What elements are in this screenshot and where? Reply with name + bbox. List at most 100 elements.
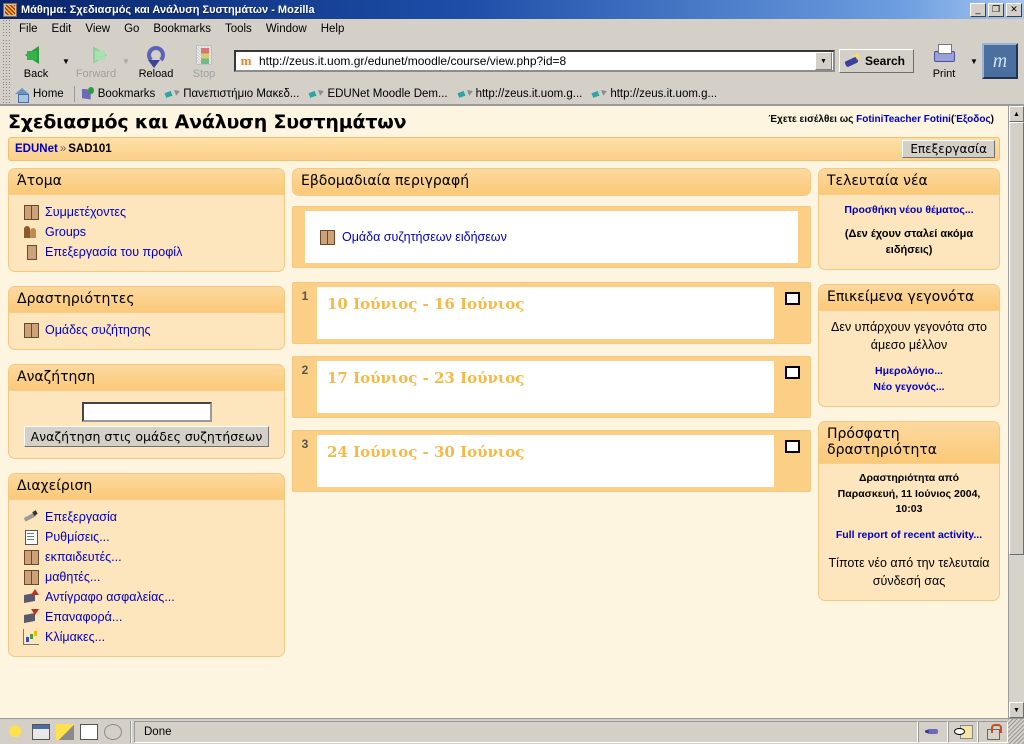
zoom-icon[interactable]	[104, 723, 122, 740]
bookmark-zeus-2[interactable]: http://zeus.it.uom.g...	[589, 87, 724, 100]
participants-link[interactable]: Συμμετέχοντες	[45, 205, 126, 219]
week-title: 24 Ιούνιος - 30 Ιούνιος	[327, 443, 525, 461]
security-cell[interactable]	[978, 720, 1008, 743]
print-dropdown-button[interactable]: ▼	[968, 40, 980, 82]
logout-link[interactable]: Έξοδος	[954, 114, 990, 125]
list-item[interactable]: Κλίμακες...	[17, 627, 276, 647]
user-profile-link[interactable]: FotiniTeacher Fotini	[856, 114, 951, 125]
reload-button[interactable]: Reload	[132, 40, 180, 82]
list-item[interactable]: Ρυθμίσεις...	[17, 527, 276, 547]
url-input[interactable]	[257, 53, 815, 69]
section-number	[293, 207, 305, 267]
back-button[interactable]: Back	[12, 40, 60, 82]
scrollbar-track[interactable]	[1009, 555, 1024, 702]
menu-go[interactable]: Go	[117, 21, 146, 37]
calendar-link[interactable]: Ημερολόγιο...	[875, 365, 943, 377]
search-label: Search	[864, 54, 905, 68]
forward-button[interactable]: Forward	[72, 40, 120, 82]
print-button[interactable]: Print	[920, 40, 968, 82]
addressbook-icon[interactable]	[80, 723, 98, 740]
admin-teachers-link[interactable]: εκπαιδευτές...	[45, 550, 122, 564]
back-dropdown-button[interactable]: ▼	[60, 40, 72, 82]
search-input[interactable]	[81, 402, 212, 422]
bookmark-zeus-1[interactable]: http://zeus.it.uom.g...	[455, 87, 590, 100]
bookmarks-grip[interactable]	[2, 83, 11, 104]
preview-cell[interactable]	[948, 720, 978, 743]
bookmark-bookmarks[interactable]: Bookmarks	[78, 86, 163, 101]
admin-backup-link[interactable]: Αντίγραφο ασφαλείας...	[45, 590, 175, 604]
admin-settings-link[interactable]: Ρυθμίσεις...	[45, 530, 110, 544]
bookmark-label: Πανεπιστήμιο Μακεδ...	[183, 87, 300, 100]
menu-file[interactable]: File	[12, 21, 45, 37]
menu-bookmarks[interactable]: Bookmarks	[146, 21, 218, 37]
list-item[interactable]: εκπαιδευτές...	[17, 547, 276, 567]
search-forums-button[interactable]: Αναζήτηση στις ομάδες συζητήσεων	[23, 426, 270, 447]
browser-window: Μάθημα: Σχεδιασμός και Ανάλυση Συστημάτω…	[0, 0, 1024, 744]
cookie-icon[interactable]	[8, 723, 26, 740]
week-highlight-checkbox[interactable]	[784, 440, 800, 453]
address-bar[interactable]: ▼	[234, 50, 835, 72]
list-item[interactable]: Αντίγραφο ασφαλείας...	[17, 587, 276, 607]
bookmark-label: http://zeus.it.uom.g...	[610, 87, 718, 100]
block-search: Αναζήτηση Αναζήτηση στις ομάδες συζητήσε…	[8, 364, 285, 459]
connection-status-cell[interactable]	[918, 720, 948, 743]
list-item[interactable]: Επεξεργασία	[17, 507, 276, 527]
breadcrumb-edunet[interactable]: EDUNet	[15, 143, 58, 155]
week-highlight-checkbox[interactable]	[784, 292, 800, 305]
menu-window[interactable]: Window	[259, 21, 314, 37]
list-item[interactable]: Επεξεργασία του προφίλ	[17, 242, 276, 262]
menu-edit[interactable]: Edit	[45, 21, 79, 37]
vertical-scrollbar[interactable]: ▲ ▼	[1008, 105, 1024, 718]
bookmark-home[interactable]: Home	[12, 87, 71, 103]
security-lock-icon	[986, 724, 1002, 740]
section-content: Ομάδα συζητήσεων ειδήσεων	[305, 211, 798, 263]
block-content: Αναζήτηση στις ομάδες συζητήσεων	[9, 391, 284, 458]
scroll-down-button[interactable]: ▼	[1009, 702, 1024, 718]
new-event-link[interactable]: Νέο γεγονός...	[873, 381, 944, 393]
turn-editing-on-button[interactable]: Επεξεργασία	[902, 140, 995, 158]
admin-students-link[interactable]: μαθητές...	[45, 570, 100, 584]
news-forum-link[interactable]: Ομάδα συζητήσεων ειδήσεων	[342, 230, 507, 244]
forward-dropdown-button[interactable]: ▼	[120, 40, 132, 82]
forums-link[interactable]: Ομάδες συζήτησης	[45, 323, 151, 337]
list-item[interactable]: μαθητές...	[17, 567, 276, 587]
search-button[interactable]: Search	[838, 49, 914, 73]
block-upcoming-events: Επικείμενα γεγονότα Δεν υπάρχουν γεγονότ…	[818, 283, 1000, 408]
close-button[interactable]: ✕	[1006, 2, 1022, 17]
groups-link[interactable]: Groups	[45, 225, 86, 239]
bookmark-edunet-moodle[interactable]: EDUNet Moodle Dem...	[306, 87, 454, 100]
full-report-link[interactable]: Full report of recent activity...	[836, 529, 982, 541]
resize-grip[interactable]	[1008, 719, 1024, 744]
moodle-favicon	[238, 53, 254, 69]
add-new-topic-link[interactable]: Προσθήκη νέου θέματος...	[844, 204, 973, 216]
stop-button[interactable]: Stop	[180, 40, 228, 82]
restore-button[interactable]: ❐	[988, 2, 1004, 17]
list-item[interactable]: Groups	[17, 222, 276, 242]
url-dropdown-button[interactable]: ▼	[814, 52, 832, 70]
admin-edit-link[interactable]: Επεξεργασία	[45, 510, 117, 524]
popup-icon[interactable]	[32, 723, 50, 740]
block-content: Προσθήκη νέου θέματος... (Δεν έχουν σταλ…	[819, 195, 999, 269]
week-highlight-checkbox[interactable]	[784, 366, 800, 379]
menu-view[interactable]: View	[78, 21, 117, 37]
navbar-grip[interactable]	[2, 39, 11, 83]
edit-profile-link[interactable]: Επεξεργασία του προφίλ	[45, 245, 182, 259]
list-item[interactable]: Ομάδες συζήτησης	[17, 320, 276, 340]
list-item[interactable]: Συμμετέχοντες	[17, 202, 276, 222]
forum-icon	[319, 229, 335, 245]
scroll-up-button[interactable]: ▲	[1009, 106, 1024, 122]
mozilla-brand-button[interactable]: m	[982, 43, 1018, 79]
minimize-button[interactable]: _	[970, 2, 986, 17]
menu-tools[interactable]: Tools	[218, 21, 259, 37]
status-text: Done	[134, 720, 918, 743]
list-item[interactable]: Επαναφορά...	[17, 607, 276, 627]
news-forum-row[interactable]: Ομάδα συζητήσεων ειδήσεων	[319, 229, 507, 245]
admin-restore-link[interactable]: Επαναφορά...	[45, 610, 122, 624]
admin-scales-link[interactable]: Κλίμακες...	[45, 630, 105, 644]
scrollbar-thumb[interactable]	[1009, 122, 1024, 555]
bookmark-uom[interactable]: Πανεπιστήμιο Μακεδ...	[162, 87, 306, 100]
menu-grip[interactable]	[2, 19, 11, 38]
composer-icon[interactable]	[56, 723, 74, 740]
menu-help[interactable]: Help	[314, 21, 352, 37]
activity-nothing-new: Τίποτε νέο από την τελευταία σύνδεσή σας	[828, 555, 990, 588]
